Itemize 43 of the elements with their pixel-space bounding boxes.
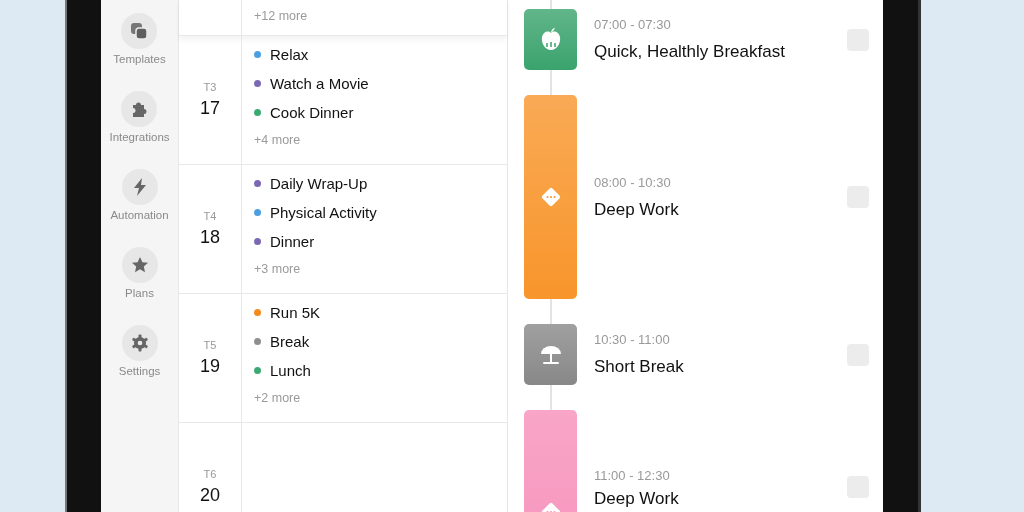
settings-button[interactable]	[121, 325, 158, 361]
day-number: 18	[200, 227, 220, 248]
event-item[interactable]: Dinner	[254, 233, 495, 250]
event-item[interactable]: Cook Dinner	[254, 104, 495, 121]
task-title: Quick, Healthly Breakfast	[594, 42, 786, 62]
event-item[interactable]: Relax	[254, 46, 495, 63]
templates-button[interactable]	[121, 13, 158, 49]
time-range: 10:30 - 11:00	[594, 332, 671, 347]
sidebar-label: Settings	[118, 365, 161, 379]
umbrella-icon	[538, 343, 563, 366]
settings-icon	[130, 334, 149, 352]
time-range: 11:00 - 12:30	[594, 468, 671, 483]
star-icon	[130, 256, 149, 274]
copy-icon	[130, 22, 149, 40]
day-number: 20	[200, 485, 220, 506]
time-range: 08:00 - 10:30	[594, 174, 672, 190]
puzzle-icon	[130, 100, 149, 118]
lightning-icon	[132, 178, 147, 196]
sidebar-label: Plans	[125, 287, 154, 301]
weekday-label: T3	[203, 81, 217, 93]
event-item[interactable]: Lunch	[254, 362, 495, 379]
task-block[interactable]	[524, 324, 577, 385]
task-title: Deep Work	[594, 489, 680, 509]
automation-button[interactable]	[121, 169, 158, 205]
task-title: Deep Work	[594, 199, 680, 220]
weekday-label: T5	[203, 339, 217, 351]
task-title: Short Break	[594, 357, 685, 377]
event-item[interactable]: Break	[254, 333, 495, 350]
sidebar-label: Templates	[113, 53, 166, 67]
weekday-label: T4	[203, 210, 217, 222]
day-number: 17	[200, 98, 220, 119]
event-item[interactable]: Daily Wrap-Up	[254, 175, 495, 192]
event-item[interactable]: Watch a Movie	[254, 75, 495, 92]
plans-button[interactable]	[121, 247, 158, 283]
sidebar-label: Integrations	[109, 131, 170, 145]
integrations-button[interactable]	[121, 91, 158, 127]
weekday-label: T6	[203, 468, 217, 480]
task-block[interactable]	[524, 9, 577, 70]
time-range: 07:00 - 07:30	[594, 17, 672, 32]
day-number: 19	[200, 356, 220, 377]
event-item[interactable]: Physical Activity	[254, 204, 495, 221]
sidebar-label: Automation	[110, 209, 169, 223]
event-item[interactable]: Run 5K	[254, 304, 495, 321]
